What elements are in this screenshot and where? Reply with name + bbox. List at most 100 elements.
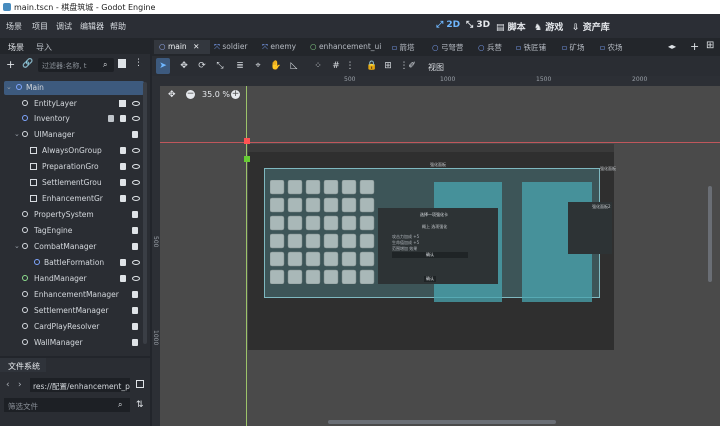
split-view-icon[interactable] [136, 380, 144, 388]
visibility-eye-icon[interactable] [132, 260, 140, 265]
tree-node-inventory[interactable]: Inventory [4, 112, 144, 126]
tree-node-tagengine[interactable]: TagEngine [4, 224, 144, 238]
back-icon[interactable]: ‹ [6, 380, 10, 390]
script-icon[interactable] [132, 291, 138, 298]
visibility-eye-icon[interactable] [132, 101, 140, 106]
tree-node-enhancementgroup[interactable]: EnhancementGr [4, 192, 144, 206]
scene-tree-scrollbar[interactable] [143, 82, 147, 344]
tab-filesystem[interactable]: 文件系统 [8, 361, 40, 372]
add-node-icon[interactable]: + [6, 58, 15, 71]
menu-editor[interactable]: 编辑器 [80, 21, 104, 32]
visibility-eye-icon[interactable] [132, 116, 140, 121]
workspace-3d[interactable]: ⤡ 3D [466, 20, 490, 30]
script-icon[interactable] [132, 339, 138, 346]
list-select-icon[interactable]: ≣ [234, 60, 246, 72]
tree-node-main[interactable]: ⌄ Main [4, 81, 144, 95]
tree-node-combatmanager[interactable]: ⌄ CombatManager [4, 240, 144, 254]
tree-node-handmanager[interactable]: HandManager [4, 272, 144, 286]
dialog-button-2[interactable]: 确认 [424, 276, 436, 282]
tab-scroll-icon[interactable]: ◂▸ [668, 42, 676, 51]
script-icon[interactable] [120, 179, 126, 186]
view-menu[interactable]: 视图 [428, 62, 444, 73]
script-icon[interactable] [120, 147, 126, 154]
script-attach-icon[interactable] [118, 59, 126, 68]
close-icon[interactable]: ✕ [193, 42, 199, 51]
tree-node-settlementgroup[interactable]: SettlementGrou [4, 176, 144, 190]
script-icon[interactable] [132, 323, 138, 330]
zoom-in-icon[interactable]: + [231, 90, 240, 99]
pan-tool-icon[interactable]: ✋ [270, 60, 282, 72]
add-tab-icon[interactable]: + [690, 40, 699, 53]
editor-tab-soldier[interactable]: ⤧ soldier [214, 42, 248, 55]
tree-node-alwaysongroup[interactable]: AlwaysOnGroup [4, 144, 144, 158]
dialog-button-1[interactable]: 确认 [392, 252, 468, 258]
script-icon[interactable] [132, 131, 138, 138]
smart-snap-icon[interactable]: ⁘ [312, 60, 324, 72]
workspace-game[interactable]: ♞ 游戏 [534, 20, 563, 33]
zoom-level[interactable]: 35.0 % [202, 90, 230, 99]
visibility-eye-icon[interactable] [132, 164, 140, 169]
pan-view-icon[interactable]: ✥ [168, 90, 176, 100]
visibility-eye-icon[interactable] [132, 196, 140, 201]
editor-tab-smithy[interactable]: ▫ 铁匠铺 [516, 42, 546, 55]
ruler-tool-icon[interactable]: ◺ [288, 60, 300, 72]
editor-tab-crossbow-camp[interactable]: ○ 弓弩营 [432, 42, 463, 55]
tree-node-propertysystem[interactable]: PropertySystem [4, 208, 144, 222]
move-tool-icon[interactable]: ✥ [178, 60, 190, 72]
viewport-hscrollbar[interactable] [328, 420, 556, 424]
editor-tab-mine[interactable]: ▫ 矿场 [562, 42, 584, 55]
zoom-out-icon[interactable]: − [186, 90, 195, 99]
workspace-asset-lib[interactable]: ⇩ 资产库 [572, 20, 610, 33]
tree-node-cardplayresolver[interactable]: CardPlayResolver [4, 320, 144, 334]
bone-icon[interactable]: ✐ [406, 60, 418, 72]
tab-import[interactable]: 导入 [36, 42, 52, 53]
tree-node-battleformation[interactable]: BattleFormation [4, 256, 144, 270]
script-icon[interactable] [132, 211, 138, 218]
menu-help[interactable]: 帮助 [110, 21, 126, 32]
tree-node-uimanager[interactable]: ⌄ UIManager [4, 128, 144, 142]
forward-icon[interactable]: › [18, 380, 22, 390]
visibility-eye-icon[interactable] [132, 148, 140, 153]
viewport-vscrollbar[interactable] [708, 186, 712, 282]
snap-options-icon[interactable]: ⋮ [344, 60, 356, 72]
script-icon[interactable] [132, 307, 138, 314]
tree-node-wallmanager[interactable]: WallManager [4, 336, 144, 350]
menu-scene[interactable]: 场景 [6, 21, 22, 32]
script-icon[interactable] [132, 227, 138, 234]
lock-icon[interactable]: 🔒 [366, 60, 378, 72]
workspace-2d[interactable]: ⤢ 2D [436, 20, 460, 30]
canvas-viewport[interactable]: 500 1000 1500 2000 500 1000 ✥ − 35.0 % +… [152, 76, 720, 426]
tree-node-entitylayer[interactable]: EntityLayer [4, 97, 144, 111]
script-icon[interactable] [120, 195, 126, 202]
script-icon[interactable] [120, 115, 126, 122]
tree-node-settlementmanager[interactable]: SettlementManager [4, 304, 144, 318]
menu-debug[interactable]: 调试 [56, 21, 72, 32]
scale-tool-icon[interactable]: ⤡ [214, 60, 226, 72]
workspace-script[interactable]: ▤ 脚本 [496, 20, 526, 33]
tab-menu-icon[interactable]: ⊞ [706, 40, 714, 51]
editor-tab-main[interactable]: ○ main ✕ [159, 42, 199, 55]
editor-tab-arrow-tower[interactable]: ▫ 箭塔 [392, 42, 414, 55]
script-icon[interactable] [132, 243, 138, 250]
filesystem-path-input[interactable]: res://配置/enhancement_p [30, 378, 130, 392]
rotate-tool-icon[interactable]: ⟳ [196, 60, 208, 72]
editor-tab-enemy[interactable]: ⤧ enemy [262, 42, 296, 55]
editor-tab-farm[interactable]: ▫ 农场 [600, 42, 622, 55]
editor-tab-enhancement-ui[interactable]: ○ enhancement_ui [310, 42, 381, 55]
visibility-eye-icon[interactable] [132, 276, 140, 281]
select-tool-icon[interactable]: ➤ [157, 60, 169, 72]
tree-node-enhancementmanager[interactable]: EnhancementManager [4, 288, 144, 302]
group-icon[interactable]: ⊞ [382, 60, 394, 72]
script-icon[interactable] [120, 259, 126, 266]
menu-project[interactable]: 项目 [32, 21, 48, 32]
more-icon[interactable]: ⋮ [134, 58, 143, 68]
script-icon[interactable] [120, 275, 126, 282]
editor-tab-barracks[interactable]: ○ 兵营 [478, 42, 502, 55]
script-icon[interactable] [120, 163, 126, 170]
tree-node-preparationgroup[interactable]: PreparationGro [4, 160, 144, 174]
grid-snap-icon[interactable]: # [330, 60, 342, 72]
link-icon[interactable]: 🔗 [22, 59, 33, 69]
visibility-eye-icon[interactable] [132, 180, 140, 185]
sort-icon[interactable]: ⇅ [136, 400, 144, 410]
tab-scene[interactable]: 场景 [8, 42, 24, 53]
